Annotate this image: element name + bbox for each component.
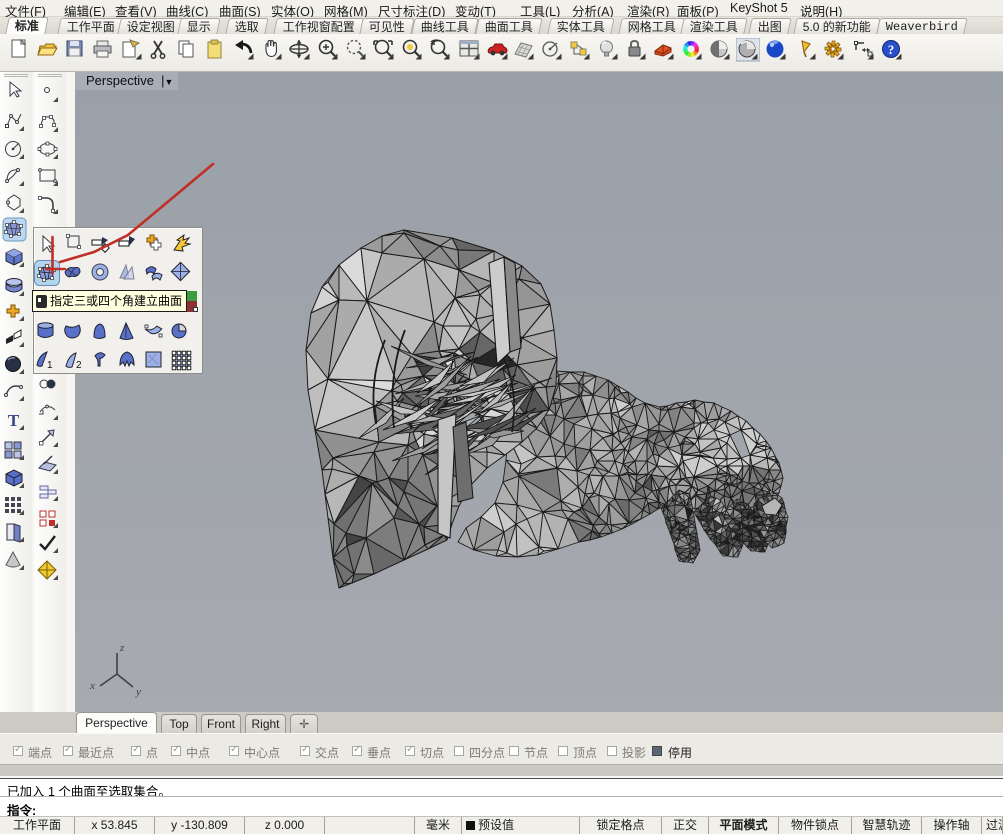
svg-text:2: 2 [76, 360, 82, 371]
svg-text:T: T [8, 411, 20, 430]
svg-text:?: ? [888, 42, 895, 57]
svg-text:1: 1 [47, 360, 53, 371]
